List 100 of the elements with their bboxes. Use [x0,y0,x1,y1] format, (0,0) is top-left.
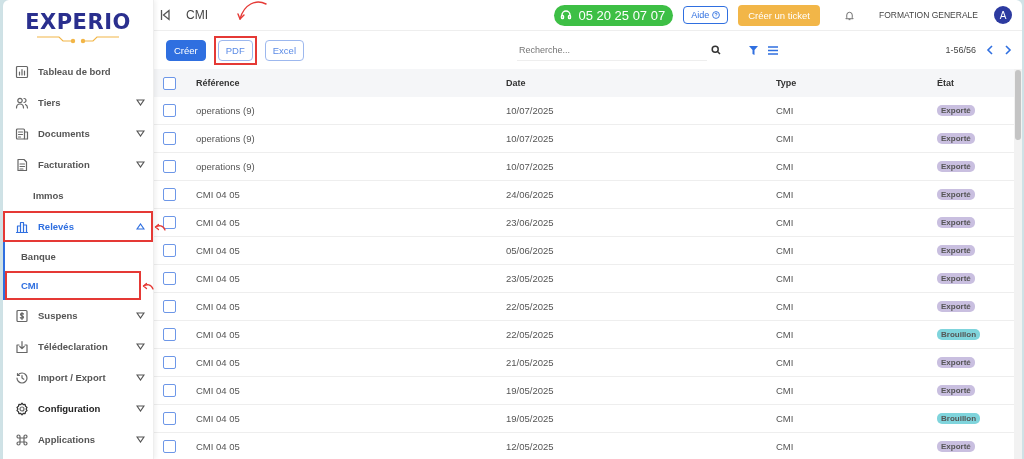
sidebar-item[interactable]: Configuration [3,393,153,424]
table-cell-text: CMI [776,161,795,172]
checkbox[interactable] [163,244,176,257]
table-cell-text: CMI [776,105,795,116]
company-name[interactable]: FORMATION GENERALE [878,10,978,20]
sidebar-item[interactable]: Facturation [3,149,153,180]
sidebar-subitem[interactable]: Banque [5,242,141,271]
table-cell-text: CMI [776,329,795,340]
checkbox[interactable] [163,384,176,397]
search-icon [711,45,721,55]
next-icon[interactable] [1004,45,1012,55]
checkbox[interactable] [163,356,176,369]
toolbar-button[interactable]: Excel [264,39,304,61]
collapse-icon[interactable] [160,9,170,21]
caret-icon [136,99,145,106]
table-cell-text: 10/07/2025 [506,161,555,172]
table-cell-text: CMI [776,385,795,396]
table-cell-text: CMI 04 05 [196,385,241,396]
checkbox[interactable] [163,440,176,453]
table-cell-text: 10/07/2025 [506,133,555,144]
table-cell-text: CMI [776,441,795,452]
table-cell-text: CMI 04 05 [196,301,241,312]
table-cell-text: 23/06/2025 [506,217,555,228]
caret-icon [136,405,145,412]
chart-icon [15,64,29,79]
column-header[interactable]: Type [776,78,937,88]
table-cell-text: CMI 04 05 [196,413,241,424]
table-cell-text: CMI [776,133,795,144]
checkbox[interactable] [163,132,176,145]
status-badge: Exporté [937,301,975,312]
settings-icon [15,401,29,416]
caret-icon [136,130,145,137]
caret-icon [136,312,145,319]
caret-icon [136,374,145,381]
caret-icon [136,223,145,230]
checkbox[interactable] [163,300,176,313]
column-header[interactable]: État [937,78,1014,88]
sidebar-item[interactable]: Tableau de bord [3,56,153,87]
table-cell-text: CMI 04 05 [196,329,241,340]
sidebar-item[interactable]: Documents [3,118,153,149]
caret-icon [136,161,145,168]
checkbox[interactable] [163,76,176,90]
status-badge: Exporté [937,385,975,396]
checkbox[interactable] [163,216,176,229]
status-badge: Exporté [937,357,975,368]
status-badge: Exporté [937,245,975,256]
checkbox[interactable] [163,412,176,425]
checkbox[interactable] [163,272,176,285]
sidebar-item[interactable]: Télédeclaration [3,331,153,362]
sidebar-item[interactable]: Relevés [3,211,153,242]
sidebar-item[interactable]: Tiers [3,87,153,118]
users-icon [15,95,29,110]
bar-chart-icon [15,219,29,234]
sidebar-item[interactable]: Applications [3,424,153,455]
table-cell-text: 19/05/2025 [506,413,555,424]
scrollbar[interactable] [1014,69,1022,459]
sidebar-item[interactable]: Suspens [3,300,153,331]
table-cell-text: CMI 04 05 [196,245,241,256]
table-cell-text: CMI 04 05 [196,189,241,200]
table-cell-text: operations (9) [196,161,256,172]
page-title: CMI [186,8,208,22]
command-icon [15,432,29,447]
table-cell-text: 21/05/2025 [506,357,555,368]
sidebar-item[interactable]: Import / Export [3,362,153,393]
table-cell-text: CMI [776,217,795,228]
status-badge: Exporté [937,217,975,228]
annotation-arrow [154,221,166,232]
toolbar-button[interactable]: Créer [166,39,206,61]
logo: EXPERIO [25,10,131,34]
status-badge: Exporté [937,189,975,200]
checkbox[interactable] [163,328,176,341]
table-cell-text: CMI 04 05 [196,273,241,284]
annotation-arrow [142,280,154,291]
sidebar-subitem[interactable]: CMI [5,271,141,300]
table-cell-text: operations (9) [196,105,256,116]
checkbox[interactable] [163,160,176,173]
filter-icon[interactable] [749,45,758,55]
status-badge: Brouillon [937,329,981,340]
help-button[interactable]: Aide [683,6,729,24]
column-header[interactable]: Date [506,78,776,88]
phone-number: 05 20 25 07 07 [578,7,666,23]
pagination-text: 1-56/56 [945,45,976,55]
clock-icon [15,370,29,385]
status-badge: Exporté [937,105,975,116]
menu-icon[interactable] [768,45,778,55]
table-cell-text: 24/06/2025 [506,189,555,200]
sidebar-item[interactable]: Immos [3,180,153,211]
checkbox[interactable] [163,188,176,201]
table-cell-text: 12/05/2025 [506,441,555,452]
table-cell-text: 19/05/2025 [506,385,555,396]
bell-icon[interactable] [843,9,855,21]
toolbar-button[interactable]: PDF [217,39,253,61]
column-header[interactable]: Référence [196,78,506,88]
table-cell-text: CMI [776,245,795,256]
avatar[interactable]: A [994,6,1012,24]
checkbox[interactable] [163,104,176,117]
table-cell-text: 23/05/2025 [506,273,555,284]
search-field[interactable]: Recherche... [517,39,707,61]
previous-icon[interactable] [986,45,994,55]
table-cell-text: CMI 04 05 [196,217,241,228]
